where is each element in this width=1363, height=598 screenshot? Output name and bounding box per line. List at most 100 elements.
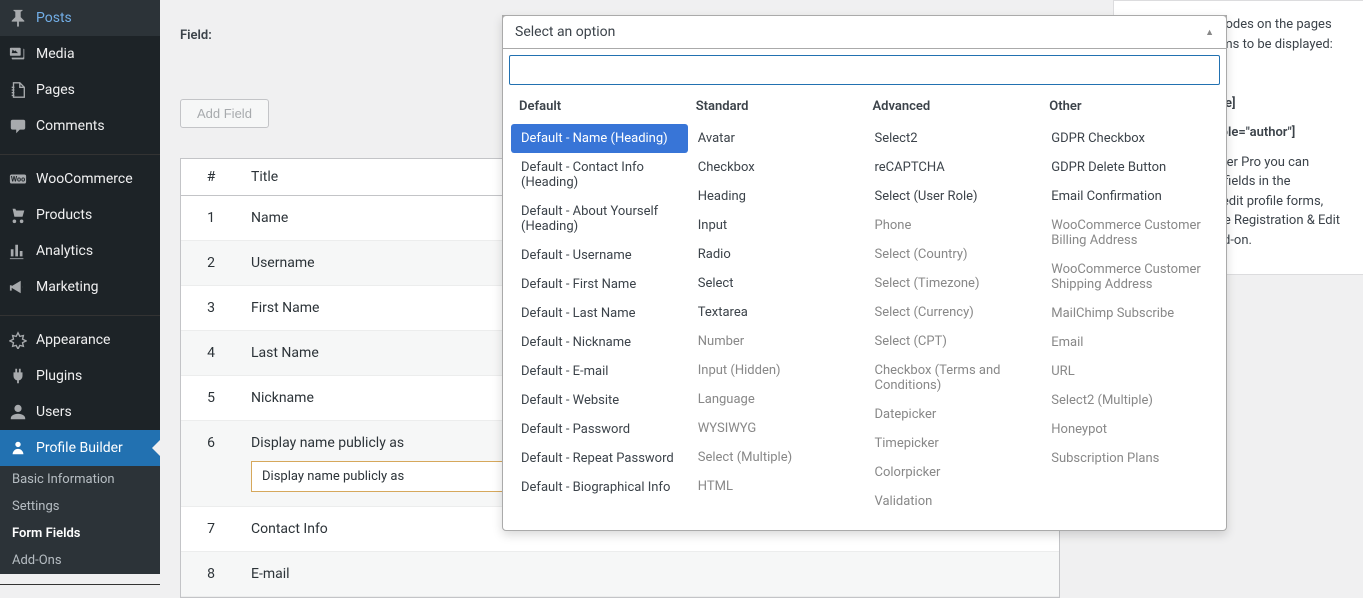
analytics-icon xyxy=(8,241,28,261)
dropdown-search-input[interactable] xyxy=(509,55,1220,85)
dropdown-option[interactable]: Input xyxy=(688,211,865,240)
dropdown-option: Select2 (Multiple) xyxy=(1041,386,1218,415)
sidebar-item-appearance[interactable]: Appearance xyxy=(0,322,160,358)
dropdown-option[interactable]: Select2 xyxy=(865,124,1042,153)
dropdown-option: Input (Hidden) xyxy=(688,356,865,385)
svg-text:Woo: Woo xyxy=(11,175,25,184)
dropdown-placeholder: Select an option xyxy=(515,24,615,40)
dropdown-option[interactable]: Default - Contact Info (Heading) xyxy=(511,153,688,197)
dropdown-option[interactable]: Default - Username xyxy=(511,241,688,270)
row-number: 5 xyxy=(181,376,241,420)
row-number: 1 xyxy=(181,196,241,240)
dropdown-option: WYSIWYG xyxy=(688,414,865,443)
sidebar-item-marketing[interactable]: Marketing xyxy=(0,269,160,305)
sidebar-item-analytics[interactable]: Analytics xyxy=(0,233,160,269)
dropdown-option[interactable]: GDPR Delete Button xyxy=(1041,153,1218,182)
row-number: 7 xyxy=(181,507,241,551)
woo-icon: Woo xyxy=(8,169,28,189)
dropdown-option[interactable]: Default - E-mail xyxy=(511,357,688,386)
dropdown-option: Colorpicker xyxy=(865,458,1042,487)
submenu-item[interactable]: Settings xyxy=(0,493,160,520)
dropdown-option: WooCommerce Customer Shipping Address xyxy=(1041,255,1218,299)
products-icon xyxy=(8,205,28,225)
dropdown-option: Select (Timezone) xyxy=(865,269,1042,298)
dropdown-option: URL xyxy=(1041,357,1218,386)
dropdown-option: MailChimp Subscribe xyxy=(1041,299,1218,328)
dropdown-option: WooCommerce Customer Billing Address xyxy=(1041,211,1218,255)
profile-icon xyxy=(8,438,28,458)
pages-icon xyxy=(8,80,28,100)
dropdown-option[interactable]: Default - Name (Heading) xyxy=(511,124,688,153)
sidebar-item-posts[interactable]: Posts xyxy=(0,0,160,36)
option-group-header: Standard xyxy=(688,91,865,124)
dropdown-option[interactable]: Select (User Role) xyxy=(865,182,1042,211)
dropdown-option: Select (Country) xyxy=(865,240,1042,269)
option-group-header: Advanced xyxy=(865,91,1042,124)
dropdown-option[interactable]: Radio xyxy=(688,240,865,269)
dropdown-option[interactable]: Default - Last Name xyxy=(511,299,688,328)
sidebar-item-label: Posts xyxy=(36,10,72,26)
dropdown-option[interactable]: Default - Nickname xyxy=(511,328,688,357)
sidebar-item-comments[interactable]: Comments xyxy=(0,108,160,144)
dropdown-option: Language xyxy=(688,385,865,414)
plugins-icon xyxy=(8,366,28,386)
dropdown-option: Number xyxy=(688,327,865,356)
dropdown-option[interactable]: Checkbox xyxy=(688,153,865,182)
comments-icon xyxy=(8,116,28,136)
dropdown-option: Select (Currency) xyxy=(865,298,1042,327)
dropdown-option[interactable]: Select xyxy=(688,269,865,298)
sidebar-item-label: Media xyxy=(36,46,75,62)
col-number: # xyxy=(181,159,241,195)
sidebar-item-label: Pages xyxy=(36,82,75,98)
submenu-item[interactable]: Basic Information xyxy=(0,466,160,493)
table-row[interactable]: 8E-mail xyxy=(181,552,1059,597)
dropdown-option[interactable]: reCAPTCHA xyxy=(865,153,1042,182)
sidebar-item-label: Analytics xyxy=(36,243,93,259)
dropdown-option[interactable]: Default - Repeat Password xyxy=(511,444,688,473)
dropdown-option[interactable]: Default - Biographical Info xyxy=(511,473,688,502)
dropdown-option[interactable]: Avatar xyxy=(688,124,865,153)
dropdown-option[interactable]: Default - About Yourself (Heading) xyxy=(511,197,688,241)
sidebar-item-plugins[interactable]: Plugins xyxy=(0,358,160,394)
admin-sidebar: Posts Media Pages Comments WooWooCommerce Pro… xyxy=(0,0,160,552)
sidebar-item-products[interactable]: Products xyxy=(0,197,160,233)
dropdown-option: Select (Multiple) xyxy=(688,443,865,472)
field-select-dropdown: Select an option ▲ DefaultDefault - Name… xyxy=(502,15,1227,531)
sidebar-item-label: Profile Builder xyxy=(36,440,123,456)
add-field-button[interactable]: Add Field xyxy=(180,99,269,128)
row-number: 6 xyxy=(181,421,241,506)
dropdown-option[interactable]: Default - Password xyxy=(511,415,688,444)
dropdown-option: Datepicker xyxy=(865,400,1042,429)
dropdown-option: Email xyxy=(1041,328,1218,357)
sidebar-item-label: Products xyxy=(36,207,92,223)
pin-icon xyxy=(8,8,28,28)
dropdown-option[interactable]: Heading xyxy=(688,182,865,211)
row-number: 2 xyxy=(181,241,241,285)
dropdown-option[interactable]: Default - Website xyxy=(511,386,688,415)
users-icon xyxy=(8,402,28,422)
dropdown-option[interactable]: Email Confirmation xyxy=(1041,182,1218,211)
submenu-item[interactable]: Form Fields xyxy=(0,520,160,547)
dropdown-option[interactable]: Textarea xyxy=(688,298,865,327)
row-number: 4 xyxy=(181,331,241,375)
dropdown-option: Validation xyxy=(865,487,1042,516)
dropdown-option: Timepicker xyxy=(865,429,1042,458)
sidebar-item-media[interactable]: Media xyxy=(0,36,160,72)
dropdown-option: Phone xyxy=(865,211,1042,240)
sidebar-item-users[interactable]: Users xyxy=(0,394,160,430)
dropdown-option[interactable]: Default - First Name xyxy=(511,270,688,299)
sidebar-item-label: Plugins xyxy=(36,368,82,384)
appearance-icon xyxy=(8,330,28,350)
dropdown-option: Select (CPT) xyxy=(865,327,1042,356)
sidebar-item-label: Comments xyxy=(36,118,105,134)
dropdown-option: Subscription Plans xyxy=(1041,444,1218,473)
dropdown-option: Honeypot xyxy=(1041,415,1218,444)
sidebar-item-woocommerce[interactable]: WooWooCommerce xyxy=(0,161,160,197)
dropdown-option[interactable]: GDPR Checkbox xyxy=(1041,124,1218,153)
dropdown-toggle[interactable]: Select an option ▲ xyxy=(502,15,1227,49)
sidebar-item-profile-builder[interactable]: Profile Builder xyxy=(0,430,160,466)
row-title: E-mail xyxy=(241,552,1059,596)
sidebar-item-label: Appearance xyxy=(36,332,110,348)
dropdown-option: Checkbox (Terms and Conditions) xyxy=(865,356,1042,400)
sidebar-item-pages[interactable]: Pages xyxy=(0,72,160,108)
